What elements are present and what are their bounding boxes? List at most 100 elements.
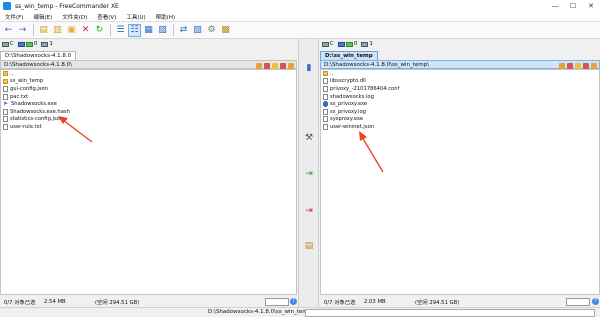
drive-c-button[interactable]: C	[2, 41, 14, 47]
menu-tools[interactable]: 工具(U)	[121, 13, 150, 21]
folder-tree-icon[interactable]	[272, 62, 278, 69]
left-file-list[interactable]: .. ss_win_temp gui-config.json pac.txt ➤…	[0, 69, 297, 295]
list-item[interactable]: ..	[1, 70, 296, 78]
app-icon	[323, 101, 328, 108]
list-item[interactable]: gui-config.json	[1, 85, 296, 93]
new-folder-icon[interactable]: ▣	[65, 24, 78, 37]
tab-right-folder[interactable]: D:\ss_win_temp	[320, 51, 378, 60]
list-item[interactable]: ss_win_temp	[1, 78, 296, 86]
file-icon	[3, 108, 8, 115]
help-icon[interactable]: ?	[290, 298, 297, 305]
drive-icon	[337, 41, 345, 47]
move-to-icon[interactable]: ⇥	[302, 204, 316, 217]
list-item[interactable]: ss_privoxy.log	[321, 108, 599, 116]
settings-icon[interactable]: ▩	[219, 24, 232, 37]
list-item[interactable]: user-wininet.json	[321, 123, 599, 131]
left-path-bar[interactable]: D:\Shadowsocks-4.1.8.0\	[0, 60, 297, 69]
file-name: Shadowsocks.exe.hash	[10, 108, 70, 115]
file-icon	[3, 93, 8, 100]
drive-extra-button[interactable]: 1	[41, 41, 53, 47]
drive-icon	[41, 41, 49, 47]
folder-tree-icon[interactable]	[575, 62, 581, 69]
drive-d-button[interactable]: 0	[337, 41, 357, 47]
copy-to-icon[interactable]: ⇥	[302, 167, 316, 180]
close-button[interactable]: ✕	[582, 0, 600, 12]
right-status-bar: 0/7 对象已选 2.03 MB (空闲 294.51 GB) ?	[320, 296, 600, 307]
menu-folder[interactable]: 文件夹(D)	[57, 13, 92, 21]
drive-icon	[17, 41, 25, 47]
list-item[interactable]: ss_privoxy.exe	[321, 100, 599, 108]
refresh-icon[interactable]: ↻	[93, 24, 106, 37]
window-controls: — ☐ ✕	[546, 0, 600, 12]
panel-icon[interactable]: ▨	[191, 24, 204, 37]
menu-file[interactable]: 文件(F)	[0, 13, 28, 21]
drive-extra-button[interactable]: 1	[361, 41, 373, 47]
bookmark-icon[interactable]	[583, 62, 589, 69]
file-name: user-wininet.json	[330, 123, 375, 130]
minimize-button[interactable]: —	[546, 0, 564, 12]
selection-size: 2.54 MB	[44, 298, 66, 305]
right-path-text: D:\Shadowsocks-4.1.8.0\ss_win_temp\	[324, 61, 430, 68]
quick-filter-input[interactable]	[566, 297, 590, 306]
list-item[interactable]: libsscrypto.dll	[321, 78, 599, 86]
move-icon[interactable]: ▥	[51, 24, 64, 37]
menu-bar: 文件(F) 编辑(E) 文件夹(D) 查看(V) 工具(U) 帮助(H)	[0, 12, 600, 22]
sync-icon[interactable]: ⇄	[177, 24, 190, 37]
favorites-icon[interactable]	[559, 62, 565, 69]
forward-icon[interactable]: →	[16, 24, 29, 37]
list-item[interactable]: sysproxy.exe	[321, 116, 599, 124]
copy-icon[interactable]: ▤	[37, 24, 50, 37]
list-item[interactable]: ➤ Shadowsocks.exe	[1, 100, 296, 108]
drive-count: 1	[369, 41, 373, 47]
file-icon	[323, 78, 328, 85]
list-item[interactable]: privoxy_-2101786404.conf	[321, 85, 599, 93]
list-item[interactable]: shadowsocks.log	[321, 93, 599, 101]
tools-icon[interactable]: ⚒	[302, 131, 316, 144]
file-name: ss_privoxy.exe	[330, 101, 368, 108]
menu-edit[interactable]: 编辑(E)	[28, 13, 57, 21]
help-icon[interactable]: ?	[592, 298, 599, 305]
drive-c-button[interactable]: C	[322, 41, 334, 47]
history-icon[interactable]	[264, 62, 270, 69]
delete-icon[interactable]: ✕	[79, 24, 92, 37]
filter-icon[interactable]	[591, 62, 597, 69]
filter-icon[interactable]	[288, 62, 294, 69]
tools-icon[interactable]: ⚙	[205, 24, 218, 37]
drive-label: C	[330, 41, 334, 47]
list-item[interactable]: Shadowsocks.exe.hash	[1, 108, 296, 116]
history-icon[interactable]	[567, 62, 573, 69]
file-name: sysproxy.exe	[330, 116, 364, 123]
drive-d-button[interactable]: 0	[17, 41, 37, 47]
view-thumbnails-icon[interactable]: ▧	[156, 24, 169, 37]
bottom-bar: D:\Shadowsocks-4.1.8.0\ss_win_temp\	[0, 307, 600, 317]
maximize-button[interactable]: ☐	[564, 0, 582, 12]
view-icons-icon[interactable]: ▦	[142, 24, 155, 37]
book-icon[interactable]: ▮	[302, 61, 316, 74]
left-drive-bar: C 0 1	[2, 39, 57, 49]
view-details-icon[interactable]: ☰	[114, 24, 127, 37]
back-icon[interactable]: ←	[2, 24, 15, 37]
list-item[interactable]: pac.txt	[1, 93, 296, 101]
command-line-input[interactable]	[305, 309, 595, 317]
free-space: (空闲 294.51 GB)	[95, 299, 140, 306]
title-bar: ss_win_temp - FreeCommander XE — ☐ ✕	[0, 0, 600, 12]
menu-view[interactable]: 查看(V)	[92, 13, 121, 21]
menu-help[interactable]: 帮助(H)	[151, 13, 180, 21]
right-drive-bar: C 0 1	[322, 39, 377, 49]
list-item[interactable]: ..	[321, 70, 599, 78]
archive-icon[interactable]: ▤	[302, 239, 316, 252]
toolbar-separator	[110, 24, 111, 36]
list-item[interactable]: user-rule.txt	[1, 123, 296, 131]
view-list-icon[interactable]: ☷	[128, 23, 141, 37]
file-name: user-rule.txt	[10, 123, 42, 130]
up-folder-icon	[3, 71, 8, 77]
list-item[interactable]: statistics-config.json	[1, 116, 296, 124]
file-icon	[3, 85, 8, 92]
favorites-icon[interactable]	[256, 62, 262, 69]
bookmark-icon[interactable]	[280, 62, 286, 69]
right-file-list[interactable]: .. libsscrypto.dll privoxy_-2101786404.c…	[320, 69, 600, 295]
right-path-bar[interactable]: D:\Shadowsocks-4.1.8.0\ss_win_temp\	[320, 60, 600, 69]
main-toolbar: ← → ▤ ▥ ▣ ✕ ↻ ☰ ☷ ▦ ▧ ⇄ ▨ ⚙ ▩	[0, 22, 600, 39]
quick-filter-input[interactable]	[265, 297, 289, 306]
tab-left-folder[interactable]: D:\Shadowsocks-4.1.8.0	[0, 51, 77, 60]
